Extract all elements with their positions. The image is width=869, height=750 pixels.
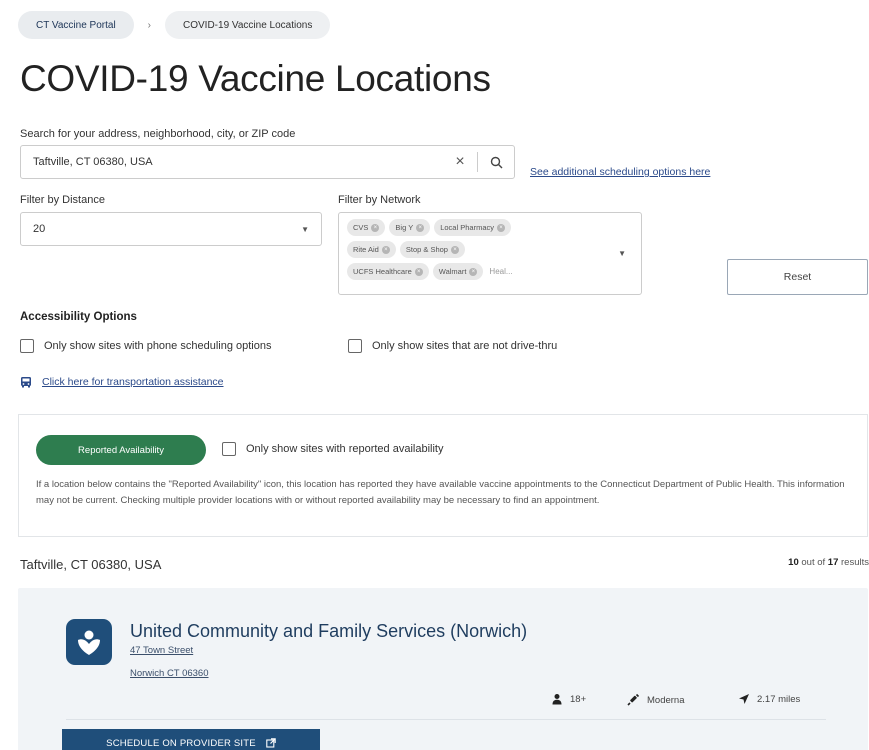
distance-select[interactable]: 20 ▼ bbox=[20, 212, 322, 246]
breadcrumb-ct-vaccine-portal[interactable]: CT Vaccine Portal bbox=[18, 11, 134, 39]
availability-description: If a location below contains the "Report… bbox=[36, 479, 845, 506]
syringe-icon bbox=[627, 693, 640, 706]
search-icon bbox=[490, 156, 502, 168]
results-total-count: 17 bbox=[827, 557, 839, 568]
network-filter-label: Filter by Network bbox=[338, 194, 421, 206]
age-value: 18+ bbox=[570, 693, 587, 705]
search-label: Search for your address, neighborhood, c… bbox=[20, 128, 296, 140]
reported-availability-checkbox[interactable] bbox=[222, 442, 236, 456]
distance-info: 2.17 miles bbox=[738, 693, 800, 705]
phone-scheduling-option[interactable]: Only show sites with phone scheduling op… bbox=[20, 339, 271, 353]
network-chip: Rite Aid × bbox=[347, 241, 396, 258]
chip-remove-icon[interactable]: × bbox=[450, 245, 459, 254]
network-search-placeholder[interactable]: Heal... bbox=[489, 267, 512, 276]
phone-scheduling-checkbox[interactable] bbox=[20, 339, 34, 353]
network-chip: Walmart × bbox=[432, 263, 484, 280]
person-icon bbox=[552, 694, 562, 705]
vaccine-info: Moderna bbox=[626, 693, 685, 707]
close-icon[interactable]: × bbox=[443, 146, 477, 178]
results-count: 10 out of 17 results bbox=[788, 557, 869, 568]
location-city-link[interactable]: Norwich CT 06360 bbox=[130, 668, 209, 679]
network-chip: Stop & Shop × bbox=[399, 241, 465, 258]
transportation-assistance-label: Click here for transportation assistance bbox=[42, 376, 224, 388]
not-drive-thru-checkbox[interactable] bbox=[348, 339, 362, 353]
network-chip: Local Pharmacy × bbox=[434, 219, 511, 236]
distance-value: 20 bbox=[33, 223, 46, 235]
heart-hands-icon bbox=[78, 630, 100, 655]
search-button[interactable] bbox=[478, 146, 514, 178]
distance-value: 2.17 miles bbox=[757, 693, 801, 705]
chevron-down-icon: ▼ bbox=[301, 224, 309, 234]
location-street-link[interactable]: 47 Town Street bbox=[130, 645, 193, 656]
results-count-suffix: results bbox=[841, 557, 869, 568]
bus-icon bbox=[21, 377, 31, 388]
not-drive-thru-label: Only show sites that are not drive-thru bbox=[372, 340, 558, 352]
chip-remove-icon[interactable]: × bbox=[414, 267, 423, 276]
schedule-on-provider-site-button[interactable]: SCHEDULE ON PROVIDER SITE bbox=[62, 729, 320, 750]
results-location: Taftville, CT 06380, USA bbox=[20, 557, 162, 572]
vaccine-value: Moderna bbox=[647, 694, 685, 706]
distance-filter-label: Filter by Distance bbox=[20, 194, 105, 206]
breadcrumb: CT Vaccine Portal › COVID-19 Vaccine Loc… bbox=[18, 11, 331, 39]
network-multiselect[interactable]: CVS × Big Y × Local Pharmacy × Rite Aid × St… bbox=[338, 212, 642, 295]
search-input[interactable] bbox=[21, 156, 443, 168]
search-field: × bbox=[20, 145, 515, 179]
chip-remove-icon[interactable]: × bbox=[416, 223, 425, 232]
chip-remove-icon[interactable]: × bbox=[381, 245, 390, 254]
reported-availability-label: Only show sites with reported availabili… bbox=[246, 443, 444, 455]
results-count-mid: out of bbox=[801, 557, 826, 568]
reported-availability-option[interactable]: Only show sites with reported availabili… bbox=[222, 442, 443, 456]
external-link-icon bbox=[266, 738, 276, 748]
network-chip: UCFS Healthcare × bbox=[347, 263, 429, 280]
results-shown-count: 10 bbox=[788, 557, 799, 568]
location-title[interactable]: United Community and Family Services (No… bbox=[130, 621, 527, 642]
reported-availability-badge: Reported Availability bbox=[36, 435, 206, 465]
age-info: 18+ bbox=[551, 693, 586, 705]
not-drive-thru-option[interactable]: Only show sites that are not drive-thru bbox=[348, 339, 557, 353]
chip-remove-icon[interactable]: × bbox=[371, 223, 380, 232]
transportation-assistance-link[interactable]: Click here for transportation assistance bbox=[20, 376, 224, 388]
chip-remove-icon[interactable]: × bbox=[469, 267, 478, 276]
provider-logo bbox=[66, 619, 112, 665]
chevron-down-icon: ▼ bbox=[618, 249, 626, 258]
chip-remove-icon[interactable]: × bbox=[497, 223, 505, 232]
schedule-button-label: SCHEDULE ON PROVIDER SITE bbox=[106, 737, 256, 749]
location-arrow-icon bbox=[739, 694, 749, 704]
network-chip: Big Y × bbox=[389, 219, 431, 236]
breadcrumb-separator: › bbox=[147, 19, 152, 31]
reset-button[interactable]: Reset bbox=[727, 259, 868, 295]
accessibility-options-title: Accessibility Options bbox=[20, 311, 137, 323]
location-card: United Community and Family Services (No… bbox=[18, 588, 868, 750]
breadcrumb-current-page: COVID-19 Vaccine Locations bbox=[165, 11, 331, 39]
availability-panel: Reported Availability Only show sites wi… bbox=[18, 414, 868, 537]
card-divider bbox=[66, 719, 826, 720]
network-chip: CVS × bbox=[347, 219, 386, 236]
page-title: COVID-19 Vaccine Locations bbox=[20, 58, 491, 99]
additional-scheduling-link[interactable]: See additional scheduling options here bbox=[530, 166, 710, 178]
phone-scheduling-label: Only show sites with phone scheduling op… bbox=[44, 340, 272, 352]
